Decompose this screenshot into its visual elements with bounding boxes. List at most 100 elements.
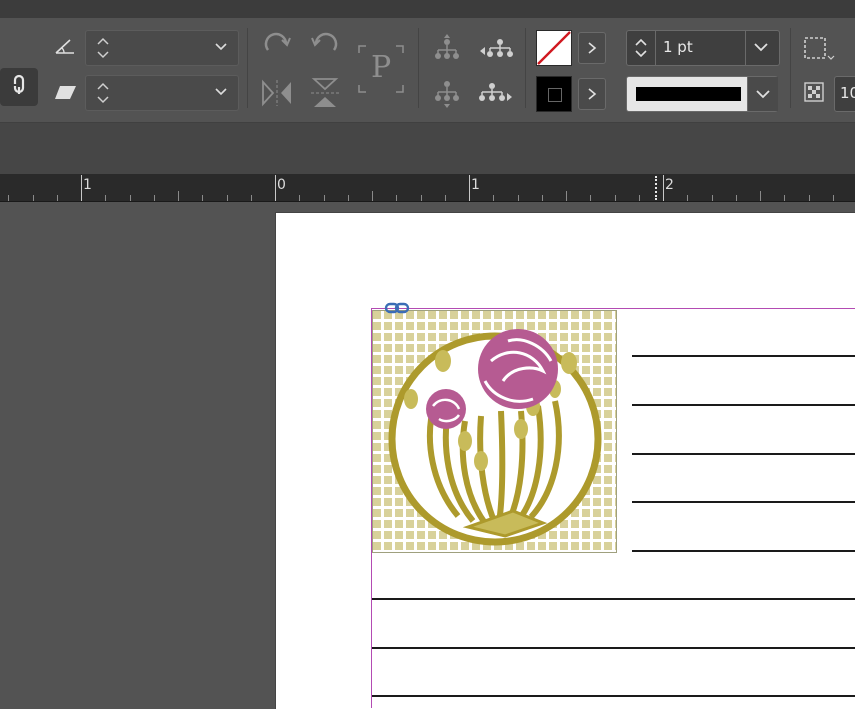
ruler-tick xyxy=(809,195,810,201)
opacity-icon xyxy=(800,80,828,108)
ruler-tick xyxy=(251,195,252,201)
ruler-tick xyxy=(445,195,446,201)
ruler-tick xyxy=(687,195,688,201)
control-panel: P 1 pt 10 xyxy=(0,18,855,123)
ruler-tick xyxy=(615,195,616,201)
shear-spinner[interactable] xyxy=(96,81,110,106)
margin-guide-top xyxy=(371,308,855,309)
ruler-tick xyxy=(372,191,373,201)
select-next-object-icon[interactable] xyxy=(478,78,514,110)
ruler-tick xyxy=(105,195,106,201)
ruler-tick xyxy=(663,175,664,201)
horizontal-ruler[interactable]: 1 0 1 2 xyxy=(0,174,855,202)
stroke-weight-spinner[interactable] xyxy=(633,36,649,61)
chevron-right-icon xyxy=(588,42,597,54)
rotation-spinner[interactable] xyxy=(96,36,110,61)
ruler-tick xyxy=(154,195,155,201)
ruler-tick xyxy=(493,195,494,201)
ruler-tick xyxy=(736,195,737,201)
ruler-tick xyxy=(518,195,519,201)
opacity-field[interactable]: 10 xyxy=(834,76,855,112)
flip-vertical-icon[interactable] xyxy=(308,76,342,110)
writing-line xyxy=(372,598,855,600)
linked-file-icon[interactable] xyxy=(384,300,410,320)
ruler-tick xyxy=(8,195,9,201)
rotation-angle-field[interactable] xyxy=(85,30,239,66)
shear-icon xyxy=(52,82,80,106)
ruler-label: 1 xyxy=(83,177,92,193)
select-previous-object-icon[interactable] xyxy=(478,32,514,64)
chevron-down-icon[interactable] xyxy=(214,85,228,102)
ruler-tick xyxy=(57,195,58,201)
ruler-tick xyxy=(469,175,470,201)
fill-swatch[interactable] xyxy=(536,30,572,66)
application-bar xyxy=(0,0,855,19)
chain-link-icon[interactable] xyxy=(0,68,38,106)
stroke-swatch-menu-button[interactable] xyxy=(578,78,606,110)
chain-link-icon xyxy=(13,74,25,94)
rose-emblem-image xyxy=(373,311,616,552)
writing-line xyxy=(632,501,855,503)
ruler-tick xyxy=(590,195,591,201)
stroke-inner-square xyxy=(548,88,562,102)
chevron-down-icon[interactable] xyxy=(753,40,769,57)
separator xyxy=(790,28,791,108)
ruler-tick xyxy=(227,195,228,201)
ruler-tick xyxy=(396,195,397,201)
divider xyxy=(655,31,656,65)
text-frame-glyph: P xyxy=(371,50,392,85)
separator xyxy=(525,28,526,108)
ruler-tick xyxy=(784,195,785,201)
separator xyxy=(418,28,419,108)
rotate-angle-icon xyxy=(52,36,80,60)
shear-angle-field[interactable] xyxy=(85,75,239,111)
rotate-counterclockwise-icon[interactable] xyxy=(308,30,342,64)
ruler-tick xyxy=(178,191,179,201)
ruler-label: 0 xyxy=(277,177,286,193)
writing-line xyxy=(372,695,855,697)
stroke-swatch[interactable] xyxy=(536,76,572,112)
stroke-weight-field[interactable]: 1 pt xyxy=(626,30,780,66)
ruler-tick xyxy=(566,191,567,201)
ruler-tick xyxy=(639,195,640,201)
writing-line xyxy=(632,453,855,455)
ruler-tick xyxy=(760,191,761,201)
ruler-label: 2 xyxy=(665,177,674,193)
opacity-value[interactable]: 10 xyxy=(840,84,855,102)
stroke-weight-value[interactable]: 1 pt xyxy=(663,38,693,56)
writing-line xyxy=(632,355,855,357)
ruler-tick xyxy=(421,195,422,201)
ruler-tick xyxy=(33,195,34,201)
flip-horizontal-icon[interactable] xyxy=(260,76,294,110)
writing-line xyxy=(372,647,855,649)
none-swatch-slash-icon xyxy=(537,31,571,65)
ruler-tick xyxy=(81,175,82,201)
ruler-tick xyxy=(348,195,349,201)
ruler-tick xyxy=(202,195,203,201)
chevron-right-icon xyxy=(588,88,597,100)
ruler-tick xyxy=(324,195,325,201)
stroke-type-selector[interactable] xyxy=(626,76,778,112)
ruler-tick xyxy=(542,195,543,201)
rotate-clockwise-icon[interactable] xyxy=(260,30,294,64)
frame-fitting-icon[interactable] xyxy=(800,32,836,64)
ruler-tick xyxy=(130,195,131,201)
ruler-label: 1 xyxy=(471,177,480,193)
fill-swatch-menu-button[interactable] xyxy=(578,32,606,64)
stroke-type-preview xyxy=(636,87,741,101)
ruler-tick xyxy=(275,175,276,201)
text-frame-icon: P xyxy=(356,43,406,95)
writing-line xyxy=(632,550,855,552)
chevron-down-icon xyxy=(756,90,770,99)
divider xyxy=(745,31,746,65)
ruler-tick xyxy=(712,195,713,201)
select-content-icon[interactable] xyxy=(432,78,462,110)
select-container-icon[interactable] xyxy=(432,32,462,64)
stroke-type-dropdown[interactable] xyxy=(747,77,778,111)
ruler-tick xyxy=(833,195,834,201)
placed-image-frame[interactable] xyxy=(372,310,617,553)
writing-line xyxy=(632,404,855,406)
chevron-down-icon[interactable] xyxy=(214,40,228,57)
separator xyxy=(247,28,248,108)
ruler-tick xyxy=(299,195,300,201)
